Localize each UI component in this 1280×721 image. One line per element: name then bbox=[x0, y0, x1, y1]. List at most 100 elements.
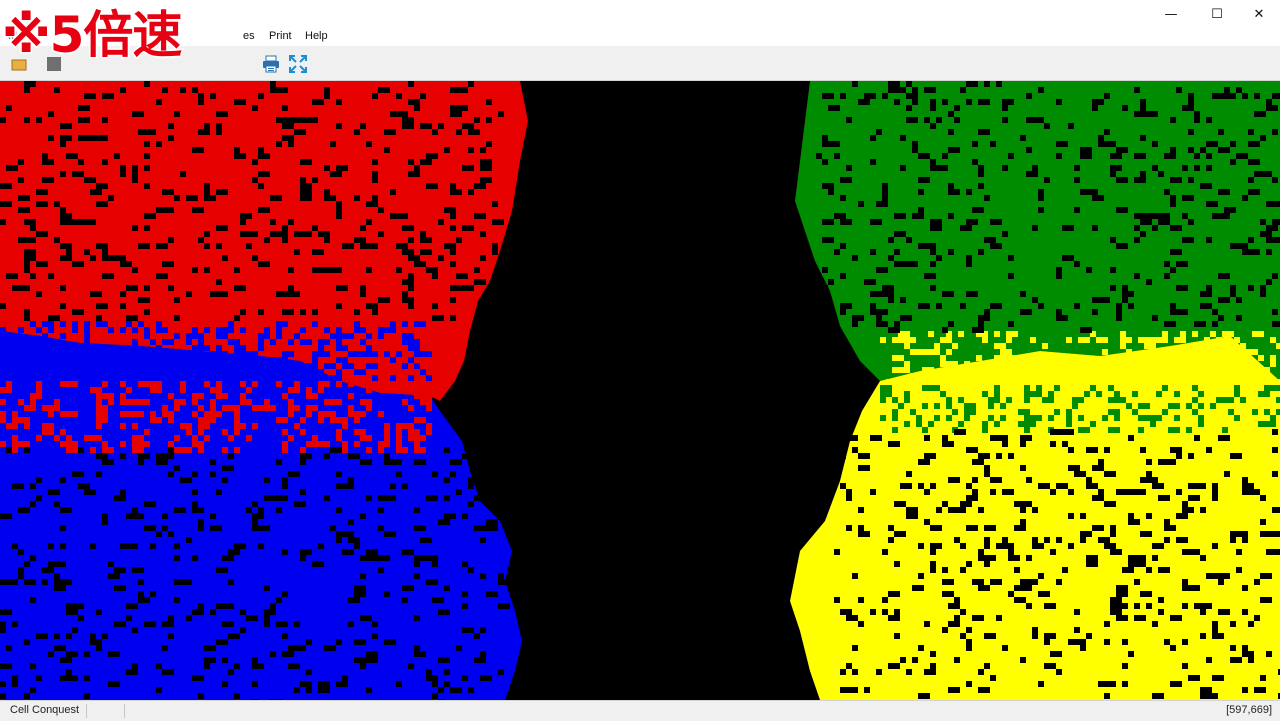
dead-cell bbox=[1170, 147, 1176, 153]
dead-cell bbox=[258, 525, 270, 531]
dead-cell bbox=[168, 531, 174, 537]
dead-cell bbox=[1092, 225, 1098, 231]
contested-cell bbox=[976, 355, 982, 361]
contested-cell bbox=[1234, 361, 1240, 367]
dead-cell bbox=[60, 579, 72, 585]
dead-cell bbox=[378, 567, 384, 573]
contested-cell bbox=[426, 381, 432, 387]
dead-cell bbox=[900, 483, 906, 489]
minimize-button[interactable]: — bbox=[1148, 0, 1194, 28]
dead-cell bbox=[330, 447, 342, 453]
dead-cell bbox=[954, 657, 960, 663]
contested-cell bbox=[150, 339, 156, 345]
contested-cell bbox=[1114, 427, 1120, 433]
dead-cell bbox=[894, 99, 900, 105]
dead-cell bbox=[1002, 645, 1008, 651]
contested-cell bbox=[1024, 409, 1030, 415]
dead-cell bbox=[420, 555, 426, 561]
contested-cell bbox=[1096, 391, 1102, 397]
dead-cell bbox=[924, 489, 930, 495]
dead-cell bbox=[1014, 501, 1026, 507]
dead-cell bbox=[1104, 543, 1116, 549]
contested-cell bbox=[120, 345, 126, 351]
dead-cell bbox=[144, 309, 150, 315]
dead-cell bbox=[12, 579, 18, 585]
dead-cell bbox=[822, 135, 828, 141]
dead-cell bbox=[162, 261, 168, 267]
contested-cell bbox=[120, 441, 126, 447]
dead-cell bbox=[918, 483, 924, 489]
dead-cell bbox=[228, 621, 234, 627]
contested-cell bbox=[1168, 427, 1174, 433]
contested-cell bbox=[180, 447, 186, 453]
contested-cell bbox=[84, 321, 90, 327]
dead-cell bbox=[96, 303, 108, 309]
dead-cell bbox=[1086, 447, 1092, 453]
dead-cell bbox=[240, 609, 246, 615]
contested-cell bbox=[18, 399, 24, 405]
simulation-canvas[interactable] bbox=[0, 81, 1280, 700]
dead-cell bbox=[918, 585, 924, 591]
menu-item-help[interactable]: Help bbox=[305, 30, 328, 42]
dead-cell bbox=[1200, 291, 1212, 297]
dead-cell bbox=[282, 633, 288, 639]
contested-cell bbox=[216, 333, 222, 339]
dead-cell bbox=[1122, 603, 1128, 609]
dead-cell bbox=[270, 195, 282, 201]
dead-cell bbox=[414, 105, 420, 111]
dead-cell bbox=[1200, 483, 1206, 489]
contested-cell bbox=[420, 399, 426, 405]
dead-cell bbox=[330, 267, 342, 273]
contested-cell bbox=[216, 393, 222, 399]
contested-cell bbox=[952, 409, 958, 415]
contested-cell bbox=[204, 381, 210, 387]
dead-cell bbox=[258, 171, 270, 177]
fullscreen-icon[interactable] bbox=[288, 54, 308, 74]
contested-cell bbox=[276, 363, 282, 369]
dead-cell bbox=[900, 315, 912, 321]
contested-cell bbox=[312, 405, 318, 411]
menu-item-es[interactable]: es bbox=[243, 30, 255, 42]
dead-cell bbox=[1068, 513, 1074, 519]
dead-cell bbox=[462, 513, 468, 519]
contested-cell bbox=[234, 411, 240, 417]
printer-icon[interactable] bbox=[261, 54, 281, 74]
contested-cell bbox=[354, 429, 360, 435]
dead-cell bbox=[438, 687, 444, 693]
dead-cell bbox=[1110, 171, 1116, 177]
maximize-button[interactable]: ☐ bbox=[1194, 0, 1240, 28]
dead-cell bbox=[1002, 99, 1014, 105]
dead-cell bbox=[1218, 435, 1230, 441]
dead-cell bbox=[138, 297, 144, 303]
dead-cell bbox=[48, 111, 54, 117]
dead-cell bbox=[942, 165, 948, 171]
contested-cell bbox=[78, 345, 84, 351]
dead-cell bbox=[216, 567, 228, 573]
dead-cell bbox=[372, 177, 378, 183]
contested-cell bbox=[402, 321, 408, 327]
dead-cell bbox=[414, 561, 420, 567]
dead-cell bbox=[1044, 603, 1056, 609]
contested-cell bbox=[282, 321, 288, 327]
contested-cell bbox=[300, 447, 306, 453]
dead-cell bbox=[120, 87, 126, 93]
dead-cell bbox=[54, 237, 60, 243]
contested-cell bbox=[348, 351, 354, 357]
contested-cell bbox=[282, 351, 288, 357]
dead-cell bbox=[1068, 543, 1074, 549]
dead-cell bbox=[888, 615, 900, 621]
dead-cell bbox=[990, 489, 996, 495]
contested-cell bbox=[1120, 343, 1126, 349]
contested-cell bbox=[414, 363, 420, 369]
dead-cell bbox=[6, 645, 12, 651]
menu-item-print[interactable]: Print bbox=[269, 30, 292, 42]
dead-cell bbox=[144, 225, 150, 231]
dead-cell bbox=[834, 213, 846, 219]
dead-cell bbox=[1230, 657, 1242, 663]
dead-cell bbox=[990, 579, 1002, 585]
dead-cell bbox=[1104, 501, 1116, 507]
dead-cell bbox=[852, 645, 858, 651]
dead-cell bbox=[72, 261, 84, 267]
close-button[interactable]: ✕ bbox=[1236, 0, 1280, 28]
dead-cell bbox=[264, 621, 270, 627]
